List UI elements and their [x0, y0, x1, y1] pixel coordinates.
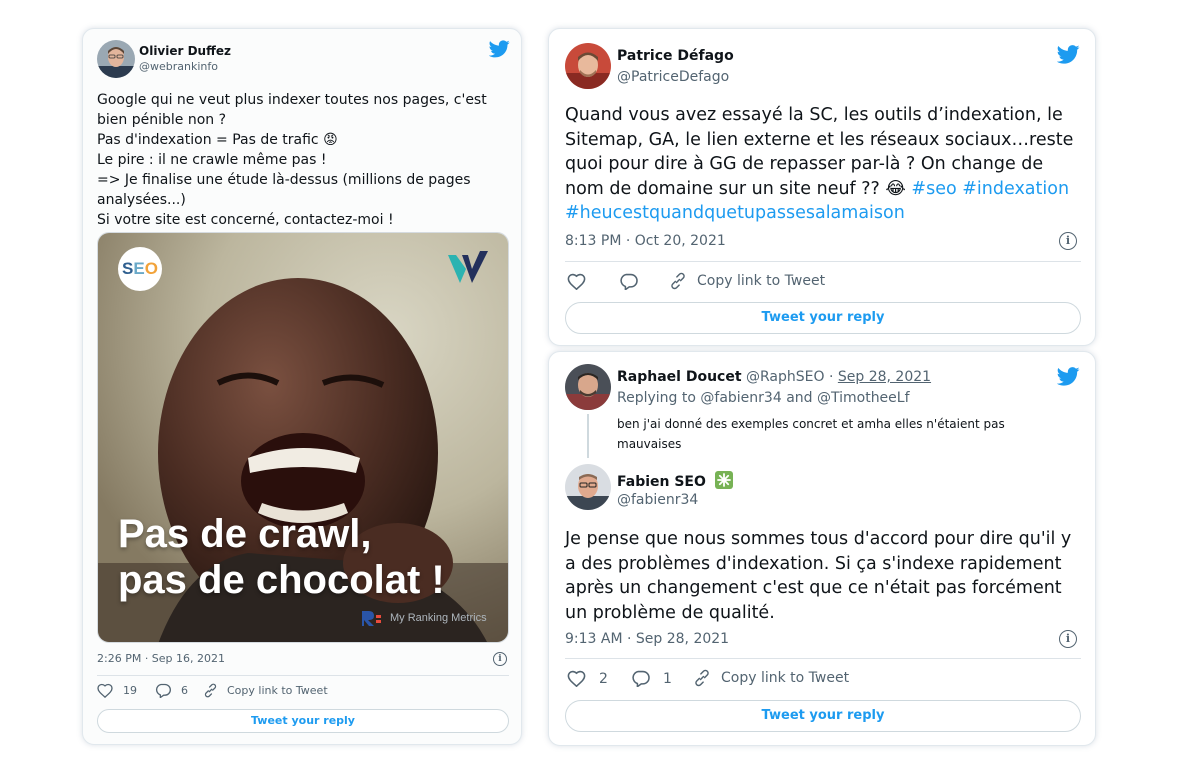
author-name[interactable]: Patrice Défago — [617, 48, 734, 64]
link-icon — [671, 272, 685, 290]
avatar-olivier[interactable] — [97, 40, 135, 78]
hashtag-indexation[interactable]: #indexation — [962, 179, 1069, 199]
heart-icon — [97, 683, 113, 698]
divider — [565, 261, 1081, 262]
tweet-card-fabien: Raphael Doucet @RaphSEO · Sep 28, 2021 R… — [548, 351, 1096, 746]
info-icon[interactable]: i — [493, 652, 507, 666]
replying-to: Replying to @fabienr34 and @TimotheeLf — [617, 390, 910, 406]
parent-date-link[interactable]: Sep 28, 2021 — [838, 369, 931, 385]
tweet-text-line: a des problèmes d'indexation. Si ça s'in… — [565, 553, 1062, 574]
copy-link-label: Copy link to Tweet — [721, 670, 850, 686]
info-icon[interactable]: i — [1059, 630, 1077, 648]
like-count: 19 — [123, 684, 137, 697]
seo-badge-logo: SEO — [118, 247, 162, 291]
author-name[interactable]: Olivier Duffez — [139, 44, 231, 58]
author-name[interactable]: Fabien SEO — [617, 471, 733, 490]
copy-link-label: Copy link to Tweet — [697, 273, 826, 289]
tweet-media-image[interactable]: SEO Pas de crawl, pas de chocolat ! My R… — [97, 232, 509, 643]
copy-link-action[interactable]: Copy link to Tweet — [669, 272, 825, 290]
separator-dot: · — [828, 369, 834, 385]
tweet-text: Quand vous avez essayé la SC, les outils… — [565, 103, 1090, 226]
sparkle-badge-icon — [714, 471, 733, 489]
watermark-text: My Ranking Metrics — [390, 612, 487, 624]
reply-count: 1 — [663, 670, 672, 687]
copy-link-action[interactable]: Copy link to Tweet — [203, 683, 328, 698]
tweet-text: Je pense que nous sommes tous d'accord p… — [565, 527, 1090, 625]
like-action[interactable] — [567, 273, 586, 290]
info-icon[interactable]: i — [1059, 232, 1077, 250]
tweet-timestamp[interactable]: 9:13 AM · Sep 28, 2021 — [565, 631, 729, 647]
tweet-timestamp[interactable]: 2:26 PM · Sep 16, 2021 — [97, 652, 225, 665]
tweet-text-line: Si votre site est concerné, contactez-mo… — [97, 212, 394, 228]
reply-icon — [155, 683, 171, 698]
parent-tweet-text: ben j'ai donné des exemples concret et a… — [617, 414, 1005, 454]
parent-tweet-header: Raphael Doucet @RaphSEO · Sep 28, 2021 — [617, 369, 931, 385]
replying-to-and: and — [786, 390, 813, 406]
reply-action[interactable] — [619, 273, 638, 290]
media-caption-line1: Pas de crawl, — [118, 512, 372, 556]
media-caption-line2: pas de chocolat ! — [118, 558, 445, 602]
like-count: 2 — [599, 670, 608, 687]
hashtag-long[interactable]: #heucestquandquetupassesalamaison — [565, 201, 1090, 226]
tweet-text-line: bien pénible non ? — [97, 112, 227, 128]
heart-icon — [567, 273, 586, 290]
tweet-your-reply-button[interactable]: Tweet your reply — [97, 709, 509, 733]
thread-connector — [587, 414, 589, 458]
replying-to-prefix: Replying to — [617, 390, 696, 406]
hashtag-seo[interactable]: #seo — [911, 179, 956, 199]
avatar-patrice[interactable] — [565, 43, 611, 89]
replying-to-user2[interactable]: @TimotheeLf — [817, 390, 910, 406]
copy-link-label: Copy link to Tweet — [227, 684, 328, 697]
replying-to-user1[interactable]: @fabienr34 — [700, 390, 781, 406]
tweet-text-line: Google qui ne veut plus indexer toutes n… — [97, 92, 487, 108]
copy-link-action[interactable]: Copy link to Tweet — [693, 669, 849, 687]
parent-author-name[interactable]: Raphael Doucet — [617, 369, 742, 385]
parent-author-handle[interactable]: @RaphSEO — [746, 369, 825, 385]
tweet-text-line: Le pire : il ne crawle même pas ! — [97, 152, 327, 168]
media-caption: Pas de crawl, pas de chocolat ! — [118, 511, 445, 603]
tweet-timestamp[interactable]: 8:13 PM · Oct 20, 2021 — [565, 233, 726, 249]
tweet-text-line: quoi pour dire à GG de repasser par-là ?… — [565, 154, 1044, 174]
heart-icon — [567, 670, 586, 687]
like-action[interactable]: 19 — [97, 683, 137, 698]
tweet-text-line: Pas d'indexation = Pas de trafic 😡 — [97, 132, 338, 148]
tweet-your-reply-button[interactable]: Tweet your reply — [565, 302, 1081, 334]
reply-icon — [620, 273, 638, 290]
divider — [565, 658, 1081, 659]
twitter-bird-icon[interactable] — [1056, 367, 1080, 390]
author-handle[interactable]: @webrankinfo — [139, 60, 218, 73]
tweet-text-line: Je pense que nous sommes tous d'accord p… — [565, 529, 1072, 549]
tweet-text: Google qui ne veut plus indexer toutes n… — [97, 90, 507, 230]
like-action[interactable]: 2 — [567, 670, 608, 687]
twitter-bird-icon[interactable] — [488, 40, 510, 62]
tweet-text-line: après un changement c'est que ce n'était… — [565, 578, 1062, 598]
avatar-raphael[interactable] — [565, 364, 611, 410]
author-handle[interactable]: @PatriceDefago — [617, 69, 729, 85]
tweet-card-patrice: Patrice Défago @PatriceDefago Quand vous… — [548, 28, 1096, 346]
divider — [97, 675, 509, 676]
parent-text-line: mauvaises — [617, 437, 682, 451]
tweet-text-line: => Je finalise une étude là-dessus (mill… — [97, 172, 471, 188]
tweet-text-line: Sitemap, GA, le lien externe et les rése… — [565, 129, 1074, 150]
tweet-text-line: un problème de qualité. — [565, 602, 775, 623]
avatar-fabien[interactable] — [565, 464, 611, 510]
tweet-card-olivier: Olivier Duffez @webrankinfo Google qui n… — [82, 28, 522, 745]
author-handle[interactable]: @fabienr34 — [617, 492, 698, 508]
reply-icon — [632, 670, 650, 687]
link-icon — [695, 669, 709, 687]
reply-action[interactable]: 6 — [155, 683, 188, 698]
tweet-your-reply-button[interactable]: Tweet your reply — [565, 700, 1081, 732]
media-watermark: My Ranking Metrics — [360, 609, 487, 627]
reply-count: 6 — [181, 684, 188, 697]
reply-action[interactable]: 1 — [631, 670, 672, 687]
link-icon — [204, 683, 217, 698]
webrankinfo-logo-icon — [446, 249, 490, 287]
parent-text-line: ben j'ai donné des exemples concret et a… — [617, 417, 1005, 431]
tweet-text-line: Quand vous avez essayé la SC, les outils… — [565, 105, 1063, 125]
author-name-text: Fabien SEO — [617, 474, 706, 490]
tweet-text-line: analysées...) — [97, 192, 186, 208]
tweet-text-line: nom de domaine sur un site neuf ?? 😂 — [565, 178, 912, 199]
twitter-bird-icon[interactable] — [1056, 45, 1080, 68]
